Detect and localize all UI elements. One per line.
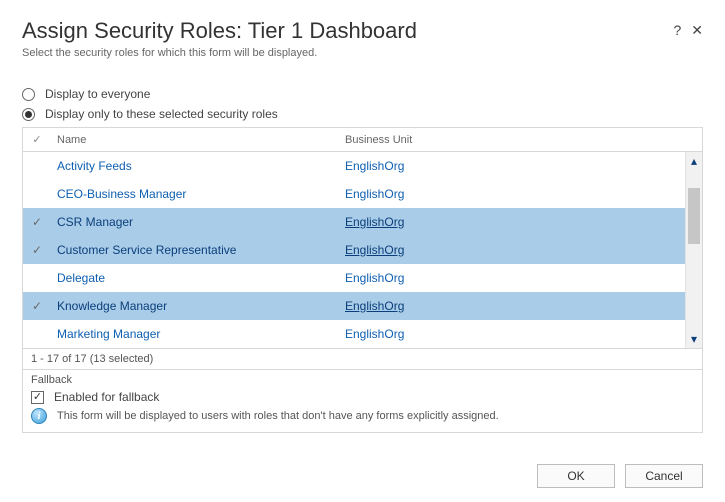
role-name-link[interactable]: Activity Feeds (57, 159, 132, 173)
fallback-checkbox[interactable] (31, 391, 44, 404)
table-row[interactable]: Delegate EnglishOrg (23, 264, 702, 292)
scroll-down-icon[interactable]: ▾ (686, 330, 702, 348)
fallback-checkbox-label: Enabled for fallback (54, 390, 159, 404)
radio-display-everyone-label: Display to everyone (45, 87, 150, 101)
ok-button[interactable]: OK (537, 464, 615, 488)
column-header-select-all[interactable]: ✓ (23, 133, 51, 146)
fallback-info-text: This form will be displayed to users wit… (57, 410, 499, 422)
business-unit-cell[interactable]: EnglishOrg (339, 243, 684, 257)
scroll-up-icon[interactable]: ▴ (686, 152, 702, 170)
column-header-name[interactable]: Name (51, 134, 339, 146)
business-unit-cell[interactable]: EnglishOrg (339, 187, 684, 201)
pager-status: 1 - 17 of 17 (13 selected) (22, 349, 703, 370)
business-unit-cell[interactable]: EnglishOrg (339, 327, 684, 341)
table-row[interactable]: ✓ Customer Service Representative EnglishO… (23, 236, 702, 264)
row-checkmark[interactable]: ✓ (23, 299, 51, 313)
help-icon[interactable]: ? (673, 22, 681, 39)
radio-display-selected[interactable] (22, 108, 35, 121)
table-row[interactable]: Activity Feeds EnglishOrg (23, 152, 702, 180)
role-name-link[interactable]: CEO-Business Manager (57, 187, 186, 201)
column-header-business-unit[interactable]: Business Unit (339, 134, 684, 146)
scroll-track[interactable] (686, 170, 702, 330)
table-row[interactable]: ✓ Knowledge Manager EnglishOrg (23, 292, 702, 320)
dialog-title: Assign Security Roles: Tier 1 Dashboard (22, 18, 417, 44)
info-icon: i (31, 408, 47, 424)
role-name-link[interactable]: Delegate (57, 271, 105, 285)
roles-table: ✓ Name Business Unit Activity Feeds Engli… (22, 127, 703, 349)
role-name-link[interactable]: Customer Service Representative (57, 243, 236, 257)
role-name-link[interactable]: Knowledge Manager (57, 299, 167, 313)
scrollbar[interactable]: ▴ ▾ (685, 152, 702, 348)
business-unit-cell[interactable]: EnglishOrg (339, 271, 684, 285)
row-checkmark[interactable]: ✓ (23, 243, 51, 257)
business-unit-cell[interactable]: EnglishOrg (339, 299, 684, 313)
role-name-link[interactable]: CSR Manager (57, 215, 133, 229)
table-row[interactable]: Marketing Manager EnglishOrg (23, 320, 702, 348)
dialog-subtitle: Select the security roles for which this… (22, 47, 417, 59)
business-unit-cell[interactable]: EnglishOrg (339, 215, 684, 229)
scroll-thumb[interactable] (688, 188, 700, 244)
fallback-section-label: Fallback (31, 374, 694, 386)
close-icon[interactable]: ✕ (691, 22, 703, 39)
row-checkmark[interactable]: ✓ (23, 215, 51, 229)
table-row[interactable]: CEO-Business Manager EnglishOrg (23, 180, 702, 208)
cancel-button[interactable]: Cancel (625, 464, 703, 488)
radio-display-everyone[interactable] (22, 88, 35, 101)
role-name-link[interactable]: Marketing Manager (57, 327, 160, 341)
business-unit-cell[interactable]: EnglishOrg (339, 159, 684, 173)
table-row[interactable]: ✓ CSR Manager EnglishOrg (23, 208, 702, 236)
radio-display-selected-label: Display only to these selected security … (45, 107, 278, 121)
